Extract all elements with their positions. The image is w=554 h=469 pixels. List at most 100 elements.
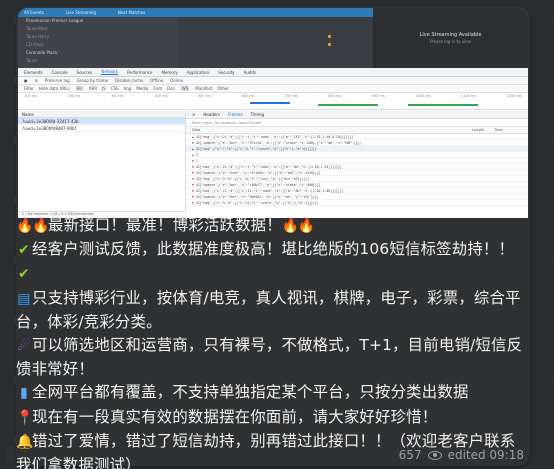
filter-type[interactable]: Manifest	[195, 86, 212, 91]
request-row[interactable]: ?uuid=1e3800fd8d87-90bf	[18, 125, 185, 132]
devtools-tab[interactable]: Security	[218, 70, 234, 75]
timeline-tick: 200 ms	[67, 94, 81, 98]
odds-marker	[328, 35, 331, 38]
league-row[interactable]: Panamanian Premier League	[18, 17, 178, 25]
devtools-tabs: Elements Console Sources Network Perform…	[18, 68, 528, 77]
live-video-pane: Live Streaming Available Please log in t…	[373, 8, 528, 68]
devtools-tab-network[interactable]: Network	[101, 69, 119, 75]
pin-icon: 📍	[16, 409, 34, 426]
video-subtitle: Please log in to view	[429, 39, 472, 44]
check-icon: ✔	[18, 242, 30, 259]
toolbar-option[interactable]: Offline	[150, 78, 163, 83]
devtools-tab[interactable]: Sources	[77, 70, 93, 75]
fire-icon: 🔥	[32, 218, 50, 234]
frames-col: Length	[472, 128, 485, 132]
request-list: Name ?uuid=1e3800fd-32417-43b ?uuid=1e38…	[18, 111, 186, 218]
devtools-tab[interactable]: Performance	[127, 70, 152, 75]
timeline-bar	[408, 104, 478, 106]
site-tab[interactable]: Next Matches	[118, 10, 145, 15]
request-detail: ✕ Headers Frames Timing Enter regex, for…	[186, 111, 528, 218]
network-toolbar: ● ⊘ Preserve log Group by frame Disable …	[18, 77, 528, 85]
message-line: ☄ 可以筛选地区和运营商，只有裸号，不做格式，T+1，目前电销/短信反馈非常好！	[16, 334, 524, 381]
network-filter-bar: Filter Hide data URLs All XHR JS CSS Img…	[18, 85, 528, 93]
toolbar-option[interactable]: Disable cache	[115, 78, 143, 83]
timeline-bar	[318, 104, 378, 106]
view-count: 657	[398, 448, 422, 462]
timeline-tick: 400 ms	[154, 94, 168, 98]
filter-type[interactable]: CSS	[111, 86, 119, 91]
edited-timestamp: edited 09:18	[447, 448, 524, 462]
devtools-tab[interactable]: Console	[52, 70, 68, 75]
fire-icon: 🔥	[281, 218, 300, 234]
filter-option[interactable]: Hide data URLs	[39, 86, 70, 91]
league-row[interactable]: Tauro West	[18, 25, 178, 33]
message-meta: 657 edited 09:18	[399, 448, 524, 462]
devtools-tab[interactable]: Memory	[161, 70, 177, 75]
message-text: 🔥🔥最新接口！最准！博彩活跃数据！🔥🔥 ✔ 经客户测试反馈，此数据准度极高！堪比绝…	[16, 214, 524, 469]
league-row[interactable]: CD Plaza	[18, 41, 178, 49]
timeline-tick: 700 ms	[284, 94, 298, 98]
frames-filter: Enter regex, for example: (web)?socket	[186, 119, 528, 127]
frame-row[interactable]: 42["msg",{"s":3,"d":[{"i":12,"t":"score"…	[186, 200, 528, 206]
filter-type[interactable]: Doc	[167, 86, 175, 91]
line-text: 最新接口！最准！博彩活跃数据！	[48, 216, 282, 234]
timeline-tick: 1100 ms	[460, 94, 477, 98]
timeline-tick: 900 ms	[371, 94, 385, 98]
record-icon[interactable]: ●	[24, 78, 28, 83]
fire-icon: 🔥	[16, 218, 34, 234]
league-row[interactable]: Tauro Harry	[18, 33, 178, 41]
site-tab[interactable]: All Events	[24, 10, 44, 15]
fire-icon: 🔥	[297, 218, 316, 234]
request-column-name[interactable]: Name	[18, 111, 185, 118]
timeline-tick: 1000 ms	[415, 94, 431, 98]
line-text: 可以筛选地区和运营商，只有裸号，不做格式，T+1，目前电销/短信反馈非常好！	[16, 336, 523, 379]
bell-icon: 🔔	[16, 433, 34, 450]
check-icon: ✔	[18, 266, 30, 283]
line-text: 经客户测试反馈，此数据准度极高！堪比绝版的106短信标签劫持！！	[32, 240, 515, 259]
frames-col: Time	[494, 128, 503, 132]
league-row[interactable]: Tauro	[18, 57, 178, 65]
request-row[interactable]: ?uuid=1e3800fd-32417-43b	[18, 118, 185, 125]
ticket-icon: ▤	[17, 290, 31, 307]
toolbar-option[interactable]: Preserve log	[45, 78, 70, 83]
clear-icon[interactable]: ⊘	[35, 78, 38, 83]
network-timeline: 100 ms 200 ms 300 ms 400 ms 500 ms 600 m…	[18, 93, 528, 110]
site-tab[interactable]: Live Streaming	[66, 10, 96, 15]
odds-panel	[178, 17, 373, 68]
detail-tab-frames[interactable]: Frames	[228, 112, 243, 117]
filter-type[interactable]: Img	[124, 86, 132, 91]
timeline-tick: 100 ms	[24, 94, 38, 98]
attached-screenshot[interactable]: All Events Live Streaming Next Matches P…	[18, 8, 528, 218]
filter-type[interactable]: All	[74, 86, 84, 91]
close-icon[interactable]: ✕	[192, 112, 195, 117]
line-text: 全网平台都有覆盖，不支持单独指定某个平台，只按分类出数据	[32, 383, 469, 402]
devtools-tab[interactable]: Application	[187, 70, 209, 75]
devtools-tab[interactable]: Elements	[24, 70, 43, 75]
filter-type[interactable]: XHR	[89, 86, 98, 91]
detail-tab[interactable]: Headers	[203, 112, 220, 117]
league-row[interactable]: Coronado Plaza	[18, 49, 178, 57]
toolbar-option[interactable]: Online	[170, 78, 183, 83]
odds-marker	[328, 43, 331, 46]
filter-type[interactable]: Font	[153, 86, 162, 91]
frames-filter-label[interactable]: Enter regex, for example: (web)?socket	[192, 121, 261, 125]
line-text: 现在有一段真实有效的数据摆在你面前，请大家好好珍惜！	[32, 407, 438, 426]
toolbar-option[interactable]: Group by frame	[77, 78, 109, 83]
timeline-tick: 300 ms	[110, 94, 124, 98]
filter-type[interactable]: Media	[136, 86, 148, 91]
frames-col: Data	[192, 128, 201, 132]
devtools-tab[interactable]: Audits	[244, 70, 257, 75]
frames-header: Data Length Time	[186, 127, 528, 134]
message-line: ✔ 经客户测试反馈，此数据准度极高！堪比绝版的106短信标签劫持！！✔	[16, 238, 524, 286]
filter-type[interactable]: WS	[179, 86, 191, 91]
video-title: Live Streaming Available	[419, 32, 482, 38]
eye-icon	[427, 450, 442, 460]
timeline-tick: 1200 ms	[506, 94, 522, 98]
filter-input[interactable]: Filter	[24, 86, 34, 91]
timeline-tick: 600 ms	[241, 94, 255, 98]
detail-tab[interactable]: Timing	[251, 112, 265, 117]
timeline-bar	[250, 102, 290, 104]
chart-icon: ▮	[20, 385, 28, 402]
filter-type[interactable]: Other	[217, 86, 228, 91]
filter-type[interactable]: JS	[102, 86, 106, 91]
